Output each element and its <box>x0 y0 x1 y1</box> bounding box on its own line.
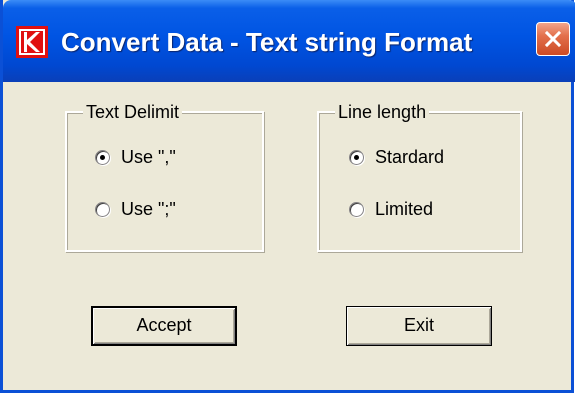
radio-limited[interactable]: Limited <box>349 199 433 220</box>
radio-use-comma-indicator[interactable] <box>95 150 110 165</box>
text-delimit-legend: Text Delimit <box>83 98 183 126</box>
radio-use-semicolon[interactable]: Use ";" <box>95 199 176 220</box>
radio-limited-label: Limited <box>375 199 434 219</box>
exit-button[interactable]: Exit <box>346 306 492 346</box>
line-length-group: Line length Stardard Limited <box>317 98 522 252</box>
accept-button[interactable]: Accept <box>91 306 237 346</box>
radio-use-semicolon-label: Use ";" <box>121 199 176 219</box>
radio-use-semicolon-indicator[interactable] <box>95 202 110 217</box>
radio-standard[interactable]: Stardard <box>349 147 444 168</box>
dialog-window: Convert Data - Text string Format Text D… <box>0 0 575 393</box>
text-delimit-group: Text Delimit Use "," Use ";" <box>65 98 264 252</box>
radio-limited-indicator[interactable] <box>349 202 364 217</box>
radio-standard-label: Stardard <box>375 147 445 167</box>
close-icon <box>544 30 562 48</box>
radio-use-comma-label: Use "," <box>121 147 176 167</box>
title-bar[interactable]: Convert Data - Text string Format <box>3 0 575 82</box>
radio-use-comma[interactable]: Use "," <box>95 147 176 168</box>
window-title: Convert Data - Text string Format <box>61 27 473 57</box>
close-button[interactable] <box>536 22 570 56</box>
radio-standard-indicator[interactable] <box>349 150 364 165</box>
line-length-legend: Line length <box>335 98 430 126</box>
app-k-logo-icon <box>16 26 48 58</box>
